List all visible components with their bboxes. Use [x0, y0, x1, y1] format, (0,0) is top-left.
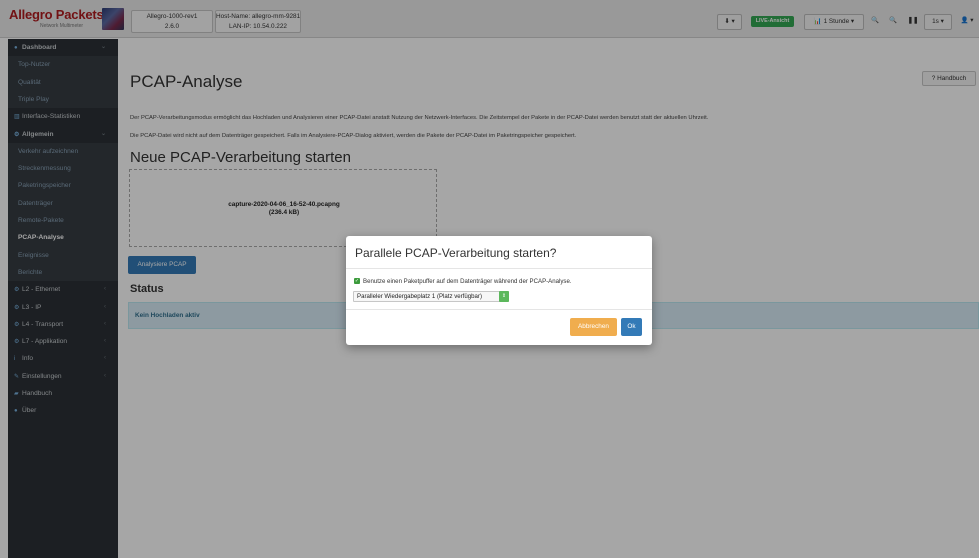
- playback-slot-select[interactable]: Paralleler Wiedergabeplatz 1 (Platz verf…: [353, 291, 509, 302]
- modal-title: Parallele PCAP-Verarbeitung starten?: [355, 246, 557, 260]
- modal-header-divider: [346, 268, 652, 269]
- ok-button[interactable]: Ok: [621, 318, 642, 336]
- modal-footer-divider: [346, 309, 652, 310]
- buffer-checkbox[interactable]: ✓: [354, 278, 360, 284]
- cancel-button[interactable]: Abbrechen: [570, 318, 617, 336]
- chevron-updown-icon: ⇕: [499, 291, 509, 302]
- playback-slot-value: Paralleler Wiedergabeplatz 1 (Platz verf…: [357, 293, 482, 300]
- parallel-pcap-modal: Parallele PCAP-Verarbeitung starten? ✓ B…: [346, 236, 652, 345]
- buffer-checkbox-label[interactable]: Benutze einen Paketpuffer auf dem Datent…: [363, 278, 572, 285]
